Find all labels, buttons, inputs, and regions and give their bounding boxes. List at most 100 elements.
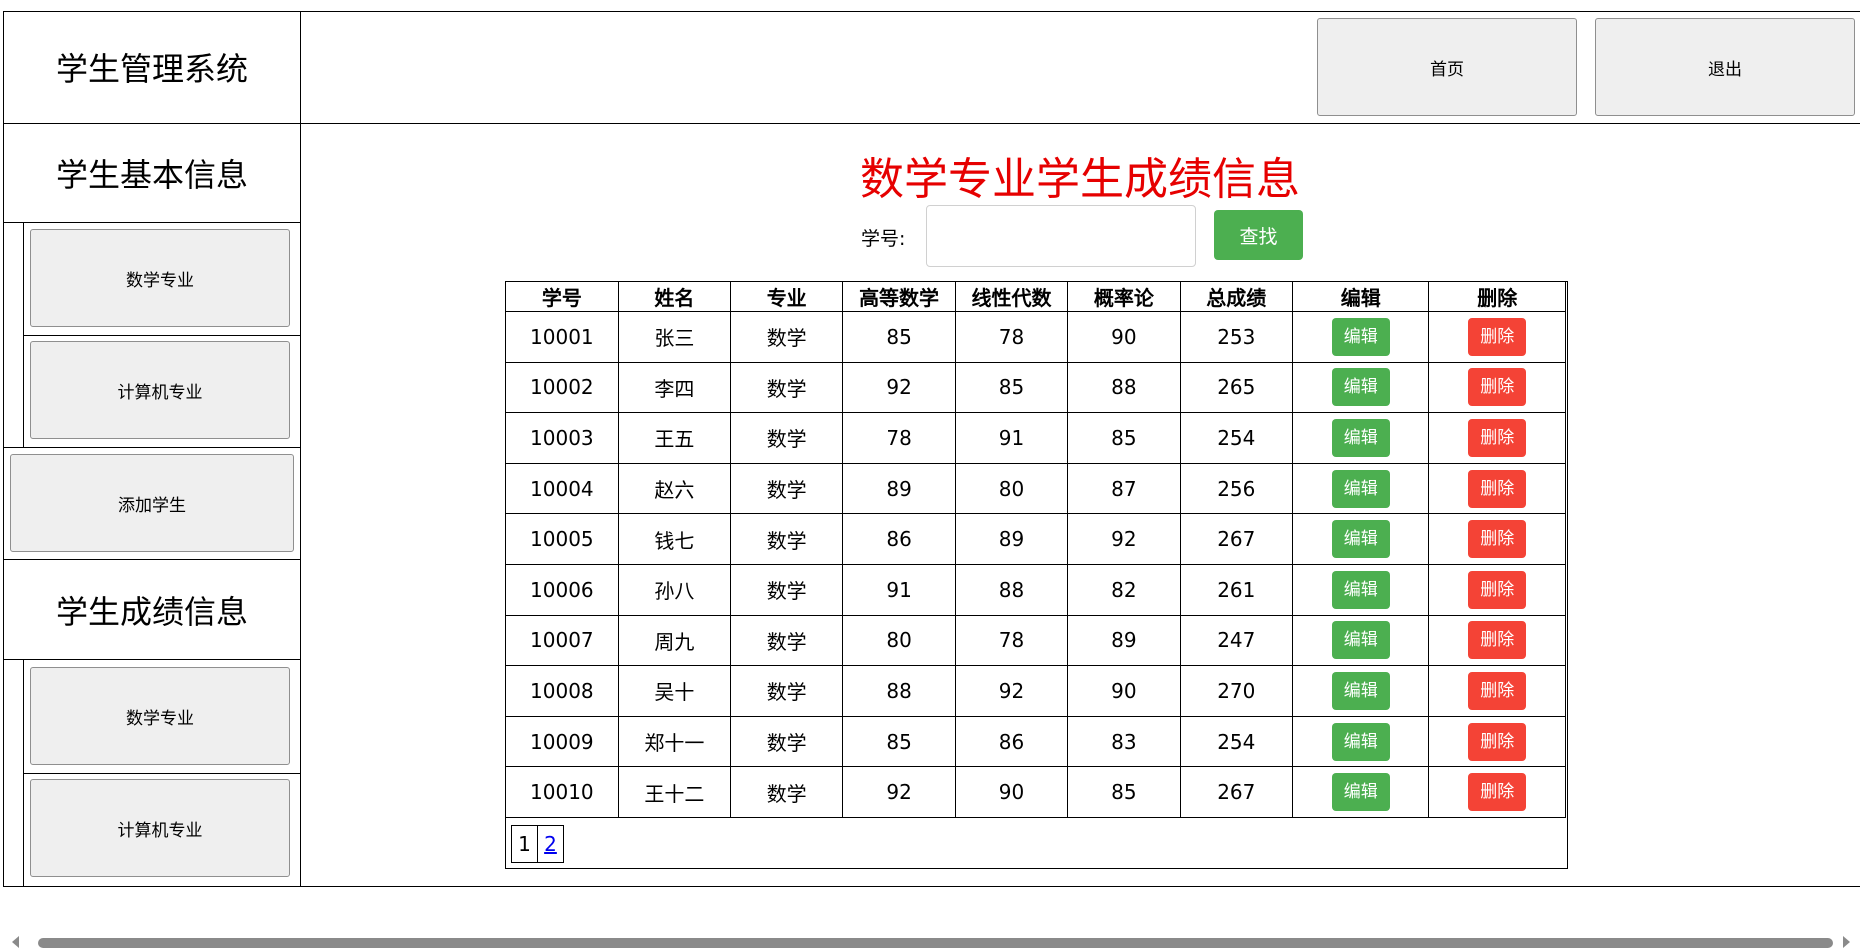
delete-button[interactable]: 删除 [1468, 469, 1527, 508]
column-header: 高等数学 [842, 281, 956, 312]
table-cell: 85 [1067, 412, 1181, 464]
student-id-input[interactable] [926, 205, 1196, 267]
column-header: 概率论 [1067, 281, 1181, 312]
table-row: 10007 周九 数学 80 78 89 247 编辑 删除 [505, 614, 1566, 667]
edit-cell: 编辑 [1292, 715, 1430, 768]
table-cell: 89 [842, 462, 956, 515]
basic-computer-button[interactable]: 计算机专业 [30, 341, 290, 439]
table-cell: 郑十一 [617, 715, 732, 768]
table-cell: 10006 [505, 563, 619, 616]
delete-button[interactable]: 删除 [1468, 418, 1527, 457]
table-cell: 吴十 [617, 665, 732, 717]
table-cell: 10009 [505, 715, 619, 768]
table-cell: 91 [842, 563, 956, 616]
delete-button[interactable]: 删除 [1468, 671, 1527, 710]
table-cell: 256 [1179, 462, 1294, 515]
page-current: 1 [511, 825, 538, 863]
score-computer-button[interactable]: 计算机专业 [30, 779, 290, 877]
table-cell: 270 [1179, 665, 1294, 717]
table-cell: 数学 [730, 665, 844, 717]
table-cell: 数学 [730, 462, 844, 515]
table-row: 10003 王五 数学 78 91 85 254 编辑 删除 [505, 412, 1566, 464]
scroll-right-arrow-icon[interactable] [1843, 936, 1850, 948]
page-title: 数学专业学生成绩信息 [860, 154, 1300, 205]
edit-button[interactable]: 编辑 [1331, 722, 1390, 761]
scrollbar-thumb[interactable] [38, 938, 1833, 948]
basic-math-button[interactable]: 数学专业 [30, 229, 290, 327]
edit-button[interactable]: 编辑 [1331, 317, 1390, 356]
edit-cell: 编辑 [1292, 412, 1430, 464]
edit-cell: 编辑 [1292, 513, 1430, 565]
table-cell: 261 [1179, 563, 1294, 616]
table-cell: 88 [1067, 361, 1181, 414]
edit-cell: 编辑 [1292, 665, 1430, 717]
table-cell: 王五 [617, 412, 732, 464]
delete-cell: 删除 [1428, 614, 1566, 667]
delete-cell: 删除 [1428, 665, 1566, 717]
table-cell: 数学 [730, 513, 844, 565]
table-cell: 数学 [730, 715, 844, 768]
delete-button[interactable]: 删除 [1468, 520, 1527, 559]
table-cell: 87 [1067, 462, 1181, 515]
delete-cell: 删除 [1428, 766, 1566, 818]
table-cell: 李四 [617, 361, 732, 414]
table-cell: 86 [954, 715, 1069, 768]
add-student-group: 添加学生 [4, 448, 300, 560]
table-cell: 赵六 [617, 462, 732, 515]
table-row: 10004 赵六 数学 89 80 87 256 编辑 删除 [505, 462, 1566, 515]
home-button[interactable]: 首页 [1317, 18, 1577, 116]
table-cell: 92 [842, 766, 956, 818]
table-cell: 10007 [505, 614, 619, 667]
score-table: 学号 姓名 专业 高等数学 线性代数 概率论 总成绩 编辑 删除 10001 张三… [505, 281, 1566, 818]
column-header: 删除 [1428, 281, 1566, 312]
edit-button[interactable]: 编辑 [1331, 621, 1390, 660]
edit-cell: 编辑 [1292, 311, 1430, 363]
table-cell: 85 [1067, 766, 1181, 818]
delete-button[interactable]: 删除 [1468, 570, 1527, 609]
exit-button[interactable]: 退出 [1595, 18, 1855, 116]
delete-cell: 删除 [1428, 513, 1566, 565]
score-math-button[interactable]: 数学专业 [30, 667, 290, 765]
table-cell: 90 [1067, 311, 1181, 363]
edit-button[interactable]: 编辑 [1331, 418, 1390, 457]
edit-button[interactable]: 编辑 [1331, 671, 1390, 710]
table-cell: 254 [1179, 715, 1294, 768]
table-cell: 张三 [617, 311, 732, 363]
delete-button[interactable]: 删除 [1468, 368, 1527, 407]
table-cell: 92 [842, 361, 956, 414]
edit-button[interactable]: 编辑 [1331, 469, 1390, 508]
table-cell: 82 [1067, 563, 1181, 616]
table-row: 10008 吴十 数学 88 92 90 270 编辑 删除 [505, 665, 1566, 717]
edit-button[interactable]: 编辑 [1331, 773, 1390, 812]
edit-cell: 编辑 [1292, 361, 1430, 414]
table-row: 10002 李四 数学 92 85 88 265 编辑 删除 [505, 361, 1566, 414]
table-cell: 数学 [730, 614, 844, 667]
score-info-group: 数学专业 计算机专业 [4, 660, 300, 886]
delete-cell: 删除 [1428, 412, 1566, 464]
table-cell: 80 [842, 614, 956, 667]
edit-button[interactable]: 编辑 [1331, 368, 1390, 407]
page-link[interactable]: 2 [537, 825, 564, 863]
table-cell: 10010 [505, 766, 619, 818]
column-header: 专业 [730, 281, 844, 312]
delete-button[interactable]: 删除 [1468, 621, 1527, 660]
column-header: 姓名 [617, 281, 732, 312]
pagination: 1 2 [511, 825, 564, 863]
table-header-row: 学号 姓名 专业 高等数学 线性代数 概率论 总成绩 编辑 删除 [505, 281, 1566, 312]
table-cell: 10005 [505, 513, 619, 565]
table-cell: 85 [842, 311, 956, 363]
edit-button[interactable]: 编辑 [1331, 570, 1390, 609]
bottom-divider [3, 886, 1860, 887]
scroll-left-arrow-icon[interactable] [12, 936, 19, 948]
delete-button[interactable]: 删除 [1468, 722, 1527, 761]
table-cell: 78 [842, 412, 956, 464]
search-button[interactable]: 查找 [1214, 210, 1303, 260]
table-row: 10005 钱七 数学 86 89 92 267 编辑 删除 [505, 513, 1566, 565]
score-table-container: 学号 姓名 专业 高等数学 线性代数 概率论 总成绩 编辑 删除 10001 张三… [505, 281, 1568, 869]
edit-button[interactable]: 编辑 [1331, 520, 1390, 559]
group-separator [24, 773, 300, 774]
add-student-button[interactable]: 添加学生 [10, 454, 294, 552]
table-cell: 89 [954, 513, 1069, 565]
delete-button[interactable]: 删除 [1468, 773, 1527, 812]
delete-button[interactable]: 删除 [1468, 317, 1527, 356]
